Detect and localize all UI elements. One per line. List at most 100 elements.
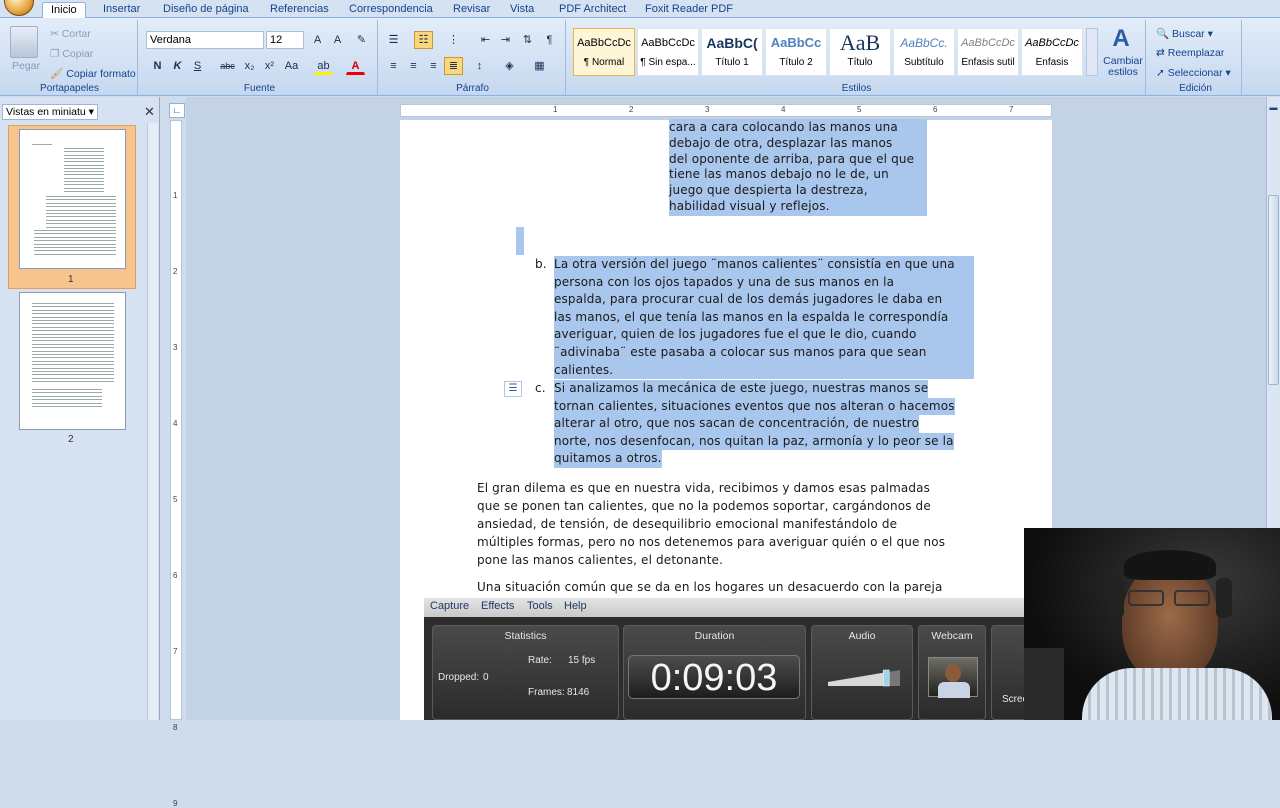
text-line[interactable]: persona con los ojos tapados y una de su… <box>554 273 974 292</box>
tab-foxit[interactable]: Foxit Reader PDF <box>637 2 741 18</box>
tab-diseno[interactable]: Diseño de página <box>155 2 257 18</box>
paste-button[interactable]: Pegar <box>12 60 40 72</box>
tab-insertar[interactable]: Insertar <box>95 2 148 18</box>
align-right-icon[interactable]: ≡ <box>424 57 443 75</box>
office-button[interactable] <box>4 0 34 16</box>
tab-correspondencia[interactable]: Correspondencia <box>341 2 441 18</box>
font-size-select[interactable]: 12 <box>266 31 304 49</box>
menu-help[interactable]: Help <box>564 600 587 612</box>
strikethrough-icon[interactable]: abc <box>218 57 237 75</box>
style-titulo-1[interactable]: AaBbC(Título 1 <box>701 28 763 76</box>
thumbnail-page-1[interactable] <box>19 129 126 269</box>
paste-icon[interactable] <box>10 26 38 58</box>
text-line[interactable]: La otra versión del juego ¨manos calient… <box>554 256 974 274</box>
line-spacing-icon[interactable]: ↕ <box>470 57 489 75</box>
ruler-number: 7 <box>173 647 178 656</box>
format-painter-button[interactable]: 🖌 Copiar formato <box>50 67 136 80</box>
vertical-ruler[interactable]: 1 2 3 4 5 6 7 8 9 <box>170 120 182 808</box>
tab-stop-icon[interactable]: ∟ <box>169 103 185 118</box>
font-color-icon[interactable]: A <box>346 57 365 75</box>
text-line[interactable]: las manos, el que tenía las manos en la … <box>554 308 974 327</box>
text-line[interactable]: El gran dilema es que en nuestra vida, r… <box>477 480 930 498</box>
frames-value: 8146 <box>567 687 590 698</box>
tab-inicio[interactable]: Inicio <box>42 2 86 18</box>
autoformat-options-icon[interactable]: ☰ <box>504 381 522 397</box>
text-line[interactable]: norte, nos desenfocan, nos quitan la paz… <box>554 432 954 451</box>
style-subtitulo[interactable]: AaBbCc. Subtítulo <box>893 28 955 76</box>
text-line[interactable]: alterar al otro, que nos sacan de concen… <box>554 415 920 433</box>
show-marks-icon[interactable]: ¶ <box>540 31 559 49</box>
tab-vista[interactable]: Vista <box>502 2 542 18</box>
highlight-icon[interactable]: ab <box>314 57 333 75</box>
justify-icon[interactable]: ≣ <box>444 57 463 75</box>
underline-icon[interactable]: S <box>188 57 207 75</box>
shading-icon[interactable]: ◈ <box>500 57 519 75</box>
tab-pdf-architect[interactable]: PDF Architect <box>551 2 634 18</box>
text-line[interactable]: calientes. <box>554 361 974 380</box>
copy-button[interactable]: ❐ Copiar <box>50 48 93 60</box>
tab-referencias[interactable]: Referencias <box>262 2 337 18</box>
bold-icon[interactable]: N <box>148 57 167 75</box>
font-family-select[interactable]: Verdana <box>146 31 264 49</box>
superscript-icon[interactable]: x² <box>260 57 279 75</box>
text-line[interactable]: pone las manos calientes, el detonante. <box>477 552 723 570</box>
close-icon[interactable]: ✕ <box>144 104 155 120</box>
multilevel-list-icon[interactable]: ⋮ <box>444 31 463 49</box>
style-normal[interactable]: AaBbCcDc ¶ Normal <box>573 28 635 76</box>
text-line[interactable]: Una situación común que se da en los hog… <box>477 579 942 597</box>
text-line[interactable]: ¨adivinaba¨ este pasaba a colocar sus ma… <box>554 344 974 362</box>
italic-icon[interactable]: K <box>168 57 187 75</box>
find-button[interactable]: 🔍 Buscar ▾ <box>1156 27 1213 40</box>
subscript-icon[interactable]: x₂ <box>240 57 259 75</box>
text-line[interactable]: que se ponen tan calientes, que no la po… <box>477 498 931 516</box>
bullets-icon[interactable]: ☰ <box>384 31 403 49</box>
style-enfasis-sutil[interactable]: AaBbCcDc Énfasis sutil <box>957 28 1019 76</box>
text-line[interactable]: Si analizamos la mecánica de este juego,… <box>554 380 929 398</box>
clear-format-icon[interactable]: ✎ <box>352 31 371 49</box>
text-line[interactable]: ansiedad, de tensión, de desequilibrio e… <box>477 516 897 534</box>
styles-scroll[interactable] <box>1086 28 1098 76</box>
style-titulo-2[interactable]: AaBbCc Título 2 <box>765 28 827 76</box>
text-line[interactable]: quitamos a otros. <box>554 450 662 468</box>
thumbnail-text-line <box>32 323 114 325</box>
ruler-number: 4 <box>173 419 178 428</box>
thumbnail-text-line <box>64 151 104 153</box>
thumbnail-text-line <box>32 354 114 355</box>
style-enfasis[interactable]: AaBbCcDc Énfasis <box>1021 28 1083 76</box>
replace-button[interactable]: ⇄ Reemplazar <box>1156 47 1224 59</box>
thumbnail-view-select[interactable]: Vistas en miniatu ▾ <box>2 104 98 120</box>
horizontal-ruler[interactable]: 1 2 3 4 5 6 7 <box>400 104 1052 117</box>
audio-level-meter[interactable] <box>828 666 900 688</box>
cut-button[interactable]: ✂ Cortar <box>50 28 91 40</box>
style-titulo[interactable]: AaB Título <box>829 28 891 76</box>
menu-capture[interactable]: Capture <box>430 600 469 612</box>
change-styles-button[interactable]: Cambiar estilos <box>1100 56 1146 78</box>
split-icon[interactable]: ▬ <box>1268 103 1279 113</box>
select-button[interactable]: ➚ Seleccionar ▾ <box>1156 67 1231 79</box>
scroll-thumb[interactable] <box>1268 195 1279 385</box>
change-case-icon[interactable]: Aa <box>282 57 301 75</box>
decrease-indent-icon[interactable]: ⇤ <box>476 31 495 49</box>
text-line[interactable]: múltiples formas, pero no nos detenemos … <box>477 534 945 552</box>
menu-effects[interactable]: Effects <box>481 600 514 612</box>
borders-icon[interactable]: ▦ <box>530 57 549 75</box>
shrink-font-icon[interactable]: A <box>328 31 347 49</box>
thumbnail-text-line <box>32 309 114 311</box>
menu-tools[interactable]: Tools <box>527 600 553 612</box>
text-line[interactable]: habilidad visual y reflejos. <box>669 198 927 216</box>
increase-indent-icon[interactable]: ⇥ <box>496 31 515 49</box>
align-center-icon[interactable]: ≡ <box>404 57 423 75</box>
rate-label: Rate: <box>528 655 552 666</box>
text-line[interactable]: tornan calientes, situaciones eventos qu… <box>554 397 955 416</box>
align-left-icon[interactable]: ≡ <box>384 57 403 75</box>
text-line[interactable]: averiguar, quien de los jugadores fue el… <box>554 326 974 344</box>
webcam-box: Webcam <box>918 625 986 720</box>
tab-revisar[interactable]: Revisar <box>445 2 498 18</box>
style-sin-espaciado[interactable]: AaBbCcDc ¶ Sin espa... <box>637 28 699 76</box>
thumbnail-scrollbar[interactable] <box>147 123 158 720</box>
numbering-icon[interactable]: ☷ <box>414 31 433 49</box>
sort-icon[interactable]: ⇅ <box>518 31 537 49</box>
grow-font-icon[interactable]: A <box>308 31 327 49</box>
text-line[interactable]: espalda, para procurar cual de los demás… <box>554 291 974 309</box>
thumbnail-page-2[interactable] <box>19 292 126 430</box>
